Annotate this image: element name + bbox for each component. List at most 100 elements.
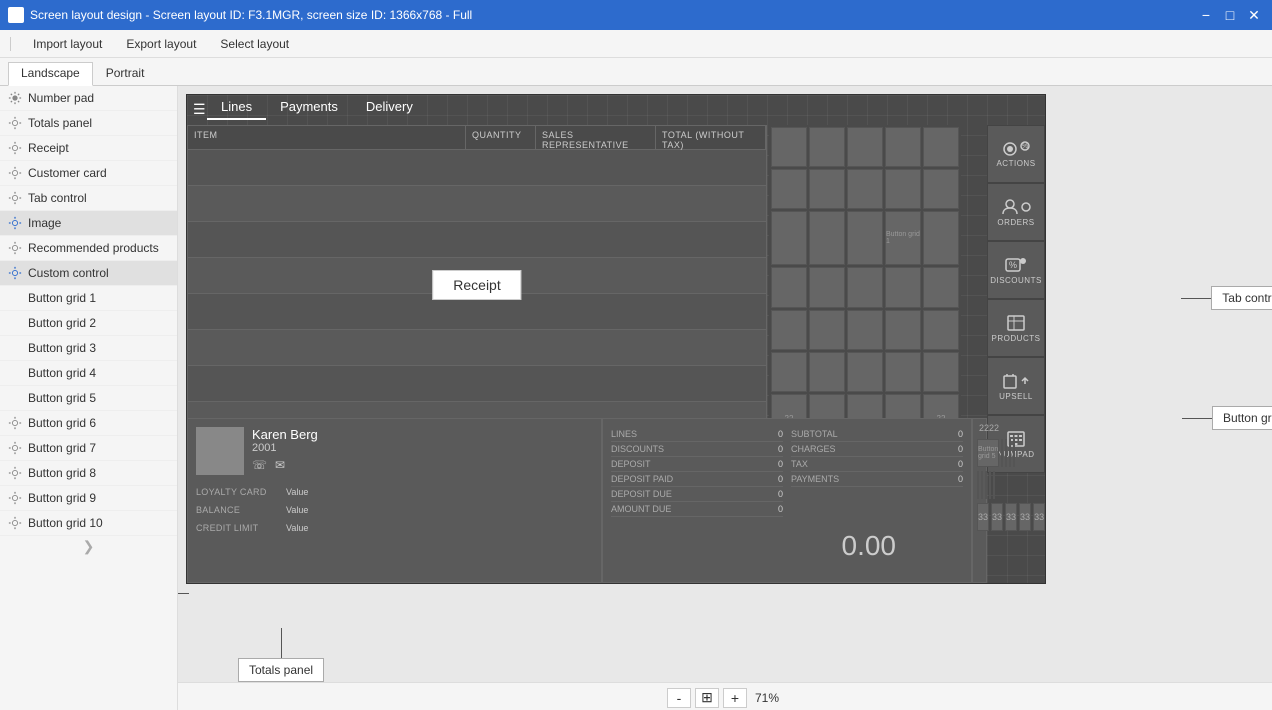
bottom-cell[interactable] — [1009, 439, 1011, 467]
sidebar-item-number-pad[interactable]: Number pad — [0, 86, 177, 111]
sidebar-label-totals-panel: Totals panel — [28, 116, 92, 130]
zoom-plus-button[interactable]: + — [723, 688, 747, 708]
sidebar-item-receipt[interactable]: Receipt — [0, 136, 177, 161]
bottom-cell[interactable]: 33 — [1019, 503, 1031, 531]
sidebar-scroll-down[interactable]: ❯ — [0, 536, 177, 557]
products-button[interactable]: PRODUCTS — [987, 299, 1045, 357]
sidebar-item-tab-control[interactable]: Tab control — [0, 186, 177, 211]
canvas-tab-delivery[interactable]: Delivery — [352, 95, 427, 120]
sidebar-label-button-grid-3: Button grid 3 — [28, 341, 96, 355]
grid-cell[interactable] — [771, 267, 807, 307]
col-item: ITEM — [188, 126, 466, 149]
portrait-tab[interactable]: Portrait — [93, 62, 158, 85]
sidebar-item-customer-card[interactable]: Customer card — [0, 161, 177, 186]
landscape-tab[interactable]: Landscape — [8, 62, 93, 86]
grid-cell[interactable] — [847, 310, 883, 350]
grid-cell[interactable] — [847, 169, 883, 209]
canvas-tab-payments[interactable]: Payments — [266, 95, 352, 120]
bottom-cell[interactable] — [1005, 439, 1007, 467]
sidebar-item-button-grid-8[interactable]: Button grid 8 — [0, 461, 177, 486]
orders-button[interactable]: ORDERS — [987, 183, 1045, 241]
minimize-button[interactable]: − — [1196, 5, 1216, 25]
grid-cell[interactable] — [771, 310, 807, 350]
totals-panel-callout: Totals panel — [238, 628, 324, 682]
grid-cell[interactable] — [809, 310, 845, 350]
sidebar-item-button-grid-9[interactable]: Button grid 9 — [0, 486, 177, 511]
svg-text:%: % — [1022, 143, 1028, 150]
grid-cell[interactable] — [809, 169, 845, 209]
bottom-grid-cells: Button grid 5 — [973, 437, 986, 469]
grid-cell[interactable] — [885, 127, 921, 167]
customer-card-callout: Customer card — [178, 581, 189, 605]
sidebar-item-button-grid-7[interactable]: Button grid 7 — [0, 436, 177, 461]
grid-cell[interactable] — [847, 127, 883, 167]
bottom-cell[interactable]: 33 — [1033, 503, 1045, 531]
grid-cell[interactable] — [847, 211, 883, 265]
design-canvas[interactable]: ☰ Lines Payments Delivery ITEM QUANTITY … — [186, 94, 1046, 584]
bottom-cell[interactable] — [989, 471, 991, 499]
grid-cell[interactable] — [885, 352, 921, 392]
grid-cell[interactable] — [847, 352, 883, 392]
grid-cell[interactable] — [771, 211, 807, 265]
grid-cell[interactable] — [885, 267, 921, 307]
grid-cell[interactable] — [771, 169, 807, 209]
bottom-cell-grid5[interactable]: Button grid 5 — [977, 439, 999, 467]
sidebar-item-button-grid-3[interactable]: Button grid 3 — [0, 336, 177, 361]
receipt-row-1 — [188, 150, 766, 186]
sidebar-item-button-grid-4[interactable]: Button grid 4 — [0, 361, 177, 386]
grid-cell[interactable] — [771, 352, 807, 392]
grid-cell-button-grid-1[interactable]: Button grid 1 — [885, 211, 921, 265]
grid-cell[interactable] — [809, 211, 845, 265]
sidebar-item-image[interactable]: Image — [0, 211, 177, 236]
grid-cell[interactable] — [923, 169, 959, 209]
import-layout-menu[interactable]: Import layout — [29, 35, 106, 53]
grid-cell[interactable] — [809, 267, 845, 307]
export-layout-menu[interactable]: Export layout — [122, 35, 200, 53]
grid-cell[interactable] — [885, 169, 921, 209]
grid-cell[interactable] — [923, 267, 959, 307]
balance-field: BALANCE Value — [196, 501, 593, 519]
sidebar-item-button-grid-6[interactable]: Button grid 6 — [0, 411, 177, 436]
button-grid-callout: Button grid — [1182, 406, 1272, 430]
grid-cell[interactable] — [923, 310, 959, 350]
bottom-cell[interactable]: 33 — [1005, 503, 1017, 531]
select-layout-menu[interactable]: Select layout — [216, 35, 293, 53]
canvas-tab-lines[interactable]: Lines — [207, 95, 266, 120]
bottom-cell[interactable] — [977, 471, 979, 499]
sidebar-item-button-grid-5[interactable]: Button grid 5 — [0, 386, 177, 411]
bottom-cell[interactable] — [993, 471, 995, 499]
maximize-button[interactable]: □ — [1220, 5, 1240, 25]
bottom-cell[interactable]: 33 — [977, 503, 989, 531]
lines-row: LINES 0 — [611, 427, 783, 442]
bottom-cell[interactable] — [1013, 439, 1015, 467]
grid-cell[interactable] — [923, 127, 959, 167]
sidebar-item-totals-panel[interactable]: Totals panel — [0, 111, 177, 136]
grid-cell[interactable] — [847, 267, 883, 307]
sidebar-item-button-grid-10[interactable]: Button grid 10 — [0, 511, 177, 536]
grid-cell[interactable] — [885, 310, 921, 350]
sidebar-item-button-grid-2[interactable]: Button grid 2 — [0, 311, 177, 336]
customer-info: Karen Berg 2001 ☏ ✉ — [196, 427, 593, 475]
grid-cell[interactable] — [771, 127, 807, 167]
upsell-button[interactable]: UPSELL — [987, 357, 1045, 415]
bottom-cell[interactable] — [981, 471, 983, 499]
sidebar-label-custom-control: Custom control — [28, 266, 109, 280]
sidebar-item-recommended-products[interactable]: Recommended products — [0, 236, 177, 261]
bottom-cell[interactable] — [1001, 439, 1003, 467]
zoom-minus-button[interactable]: - — [667, 688, 691, 708]
grid-cell[interactable] — [923, 211, 959, 265]
hamburger-icon[interactable]: ☰ — [193, 101, 206, 118]
grid-cell[interactable] — [809, 127, 845, 167]
tax-row: TAX 0 — [791, 457, 963, 472]
grid-cell[interactable] — [809, 352, 845, 392]
close-button[interactable]: ✕ — [1244, 5, 1264, 25]
zoom-reset-button[interactable]: ⊞ — [695, 688, 719, 708]
grid-cell[interactable] — [923, 352, 959, 392]
deposit-paid-value: 0 — [778, 474, 783, 484]
sidebar-item-button-grid-1[interactable]: Button grid 1 — [0, 286, 177, 311]
sidebar-item-custom-control[interactable]: Custom control — [0, 261, 177, 286]
discounts-button[interactable]: % DISCOUNTS — [987, 241, 1045, 299]
actions-button[interactable]: % ACTIONS — [987, 125, 1045, 183]
bottom-cell[interactable] — [985, 471, 987, 499]
bottom-cell[interactable]: 33 — [991, 503, 1003, 531]
